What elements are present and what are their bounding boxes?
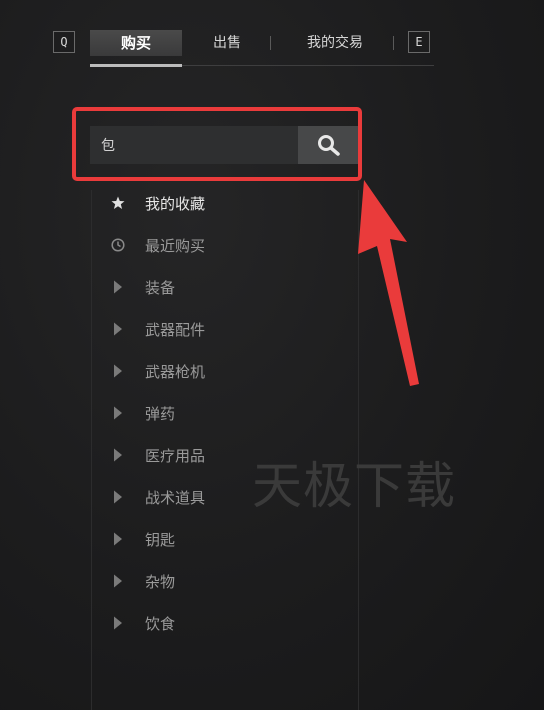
category-label: 钥匙 (145, 530, 176, 549)
play-triangle-icon (98, 266, 138, 308)
category-list: 我的收藏 最近购买 装备 武器配件 武器枪机 弹药 医疗用品 战术道具 钥匙 杂… (98, 182, 358, 644)
category-item-weapon-attachments[interactable]: 武器配件 (98, 308, 358, 350)
active-tab-indicator (90, 64, 182, 67)
category-label: 我的收藏 (145, 194, 206, 213)
tab-separator (393, 36, 394, 50)
category-item-ammo[interactable]: 弹药 (98, 392, 358, 434)
clock-icon (98, 224, 138, 266)
category-item-food[interactable]: 饮食 (98, 602, 358, 644)
category-label: 装备 (145, 278, 176, 297)
tab-bar-baseline (182, 65, 434, 66)
play-triangle-icon (98, 560, 138, 602)
tab-my-trades[interactable]: 我的交易 (290, 30, 380, 56)
category-label: 最近购买 (145, 236, 206, 255)
tab-bar: Q 购买 出售 我的交易 E (0, 0, 544, 80)
annotation-arrow-icon (358, 180, 419, 386)
play-triangle-icon (98, 350, 138, 392)
watermark-text: 天极下载 (252, 457, 456, 515)
play-triangle-icon (98, 434, 138, 476)
play-triangle-icon (98, 476, 138, 518)
category-label: 战术道具 (145, 488, 206, 507)
category-item-recent[interactable]: 最近购买 (98, 224, 358, 266)
search-highlight-box (72, 107, 362, 181)
play-triangle-icon (98, 308, 138, 350)
category-item-keys[interactable]: 钥匙 (98, 518, 358, 560)
category-label: 杂物 (145, 572, 176, 591)
play-triangle-icon (98, 602, 138, 644)
prev-tab-key-hint[interactable]: Q (53, 31, 75, 53)
category-label: 饮食 (145, 614, 176, 633)
play-triangle-icon (98, 518, 138, 560)
tab-separator (270, 36, 271, 50)
category-label: 武器枪机 (145, 362, 206, 381)
category-item-equipment[interactable]: 装备 (98, 266, 358, 308)
category-item-weapons[interactable]: 武器枪机 (98, 350, 358, 392)
star-icon (98, 182, 138, 224)
category-item-favorites[interactable]: 我的收藏 (98, 182, 358, 224)
panel-divider-left (91, 190, 92, 710)
play-triangle-icon (98, 392, 138, 434)
category-item-misc[interactable]: 杂物 (98, 560, 358, 602)
category-label: 弹药 (145, 404, 176, 423)
category-label: 武器配件 (145, 320, 206, 339)
tab-buy[interactable]: 购买 (90, 30, 182, 56)
next-tab-key-hint[interactable]: E (408, 31, 430, 53)
tab-sell[interactable]: 出售 (196, 30, 258, 56)
category-label: 医疗用品 (145, 446, 206, 465)
